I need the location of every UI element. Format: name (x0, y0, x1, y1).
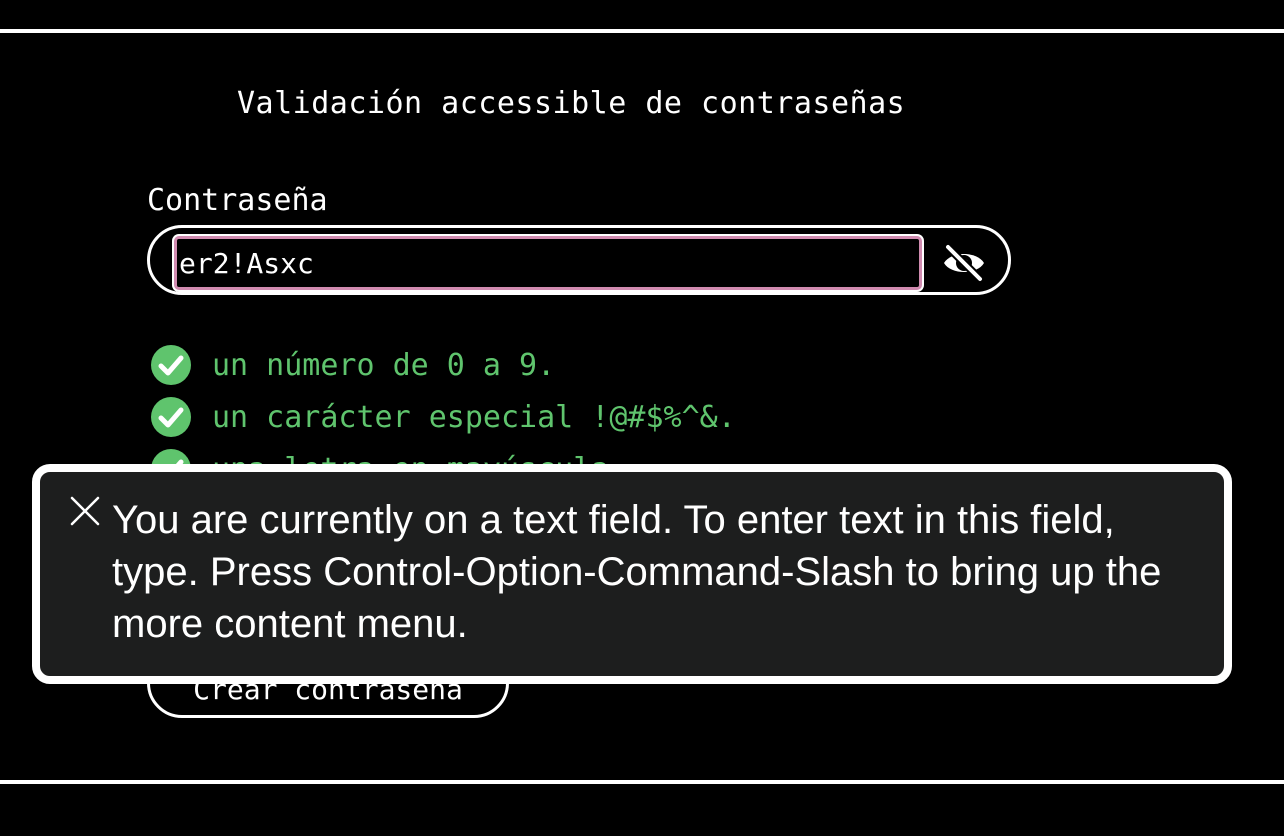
voiceover-caption-panel: You are currently on a text field. To en… (32, 464, 1232, 684)
password-field-group (147, 225, 1011, 295)
password-input[interactable] (174, 236, 922, 290)
check-circle-icon (151, 345, 191, 385)
top-divider (0, 29, 1284, 33)
check-circle-icon (151, 397, 191, 437)
toggle-visibility-button[interactable] (940, 243, 988, 283)
page-title: Validación accessible de contraseñas (237, 86, 906, 121)
voiceover-caption-text: You are currently on a text field. To en… (112, 498, 1162, 646)
requirement-text: un carácter especial !@#$%^&. (212, 399, 736, 435)
close-icon[interactable] (68, 494, 102, 528)
eye-slash-icon (944, 244, 984, 282)
bottom-divider (0, 780, 1284, 784)
password-label: Contraseña (147, 183, 328, 218)
requirement-item: un número de 0 a 9. (150, 339, 736, 391)
requirement-item: un carácter especial !@#$%^&. (150, 391, 736, 443)
requirement-text: un número de 0 a 9. (212, 347, 556, 383)
